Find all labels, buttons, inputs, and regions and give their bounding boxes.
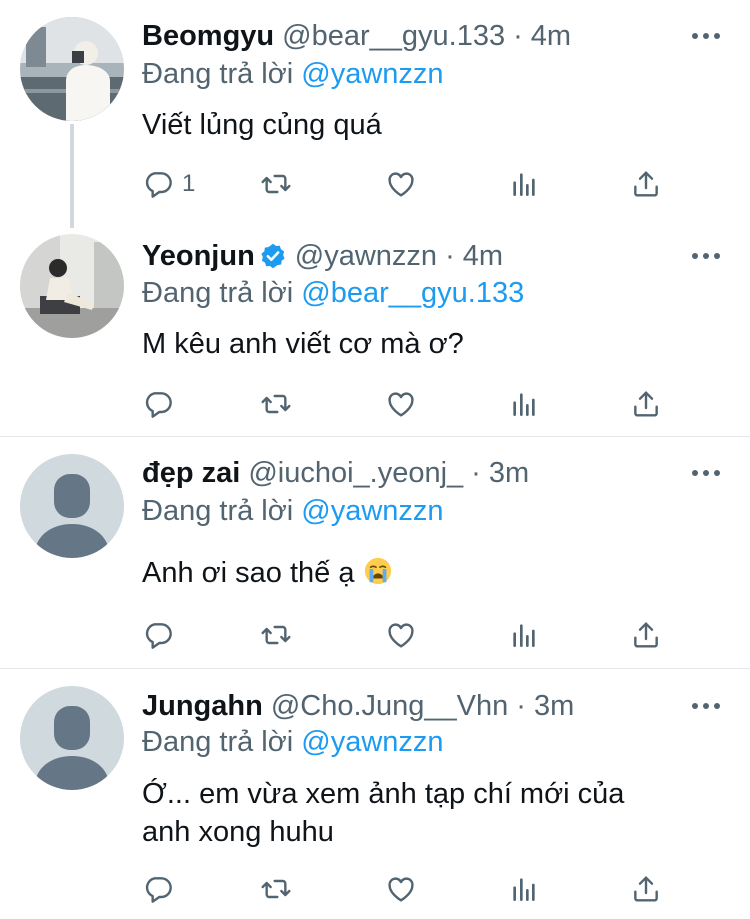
analytics-button[interactable] (508, 615, 540, 655)
tweet-text-line: Ớ... em vừa xem ảnh tạp chí mới của (142, 778, 625, 810)
share-icon (630, 168, 662, 200)
reply-button[interactable] (142, 869, 174, 909)
timestamp[interactable]: 4m (463, 240, 503, 273)
reply-button[interactable] (142, 384, 174, 424)
share-icon (630, 388, 662, 420)
separator-dot: · (516, 689, 526, 722)
replying-to: Đang trả lời @bear__gyu.133 (142, 277, 524, 310)
replying-to: Đang trả lời @yawnzzn (142, 495, 444, 528)
share-button[interactable] (630, 164, 662, 204)
loudly-crying-face-emoji (364, 557, 391, 585)
avatar[interactable] (20, 234, 124, 338)
replying-to: Đang trả lời @yawnzzn (142, 58, 444, 91)
retweet-icon (260, 619, 292, 651)
retweet-button[interactable] (260, 384, 292, 424)
tweet-text: Anh ơi sao thế ạ (142, 554, 710, 592)
tweet-header: đẹp zai @iuchoi_.yeonj_ · 3m (142, 453, 670, 493)
like-icon (385, 388, 417, 420)
more-icon[interactable] (692, 453, 720, 493)
like-icon (385, 873, 417, 905)
display-name[interactable]: đẹp zai (142, 457, 240, 490)
analytics-button[interactable] (508, 869, 540, 909)
replying-to: Đang trả lời @yawnzzn (142, 726, 444, 759)
retweet-button[interactable] (260, 164, 292, 204)
tweet-text: Ớ... em vừa xem ảnh tạp chí mới của anh … (142, 775, 710, 851)
like-button[interactable] (385, 615, 417, 655)
analytics-button[interactable] (508, 384, 540, 424)
like-button[interactable] (385, 869, 417, 909)
replying-mention[interactable]: @bear__gyu.133 (301, 277, 524, 309)
user-handle[interactable]: @yawnzzn (295, 240, 437, 273)
display-name[interactable]: Jungahn (142, 690, 263, 723)
replying-label: Đang trả lời (142, 277, 294, 309)
reply-icon (142, 619, 174, 651)
retweet-icon (260, 388, 292, 420)
tweet-text: Viết lủng củng quá (142, 109, 382, 141)
timestamp[interactable]: 4m (531, 20, 571, 53)
tweet-header: Yeonjun @yawnzzn · 4m (142, 236, 670, 276)
share-icon (630, 619, 662, 651)
verified-icon (261, 243, 285, 269)
action-bar (142, 384, 687, 424)
like-icon (385, 619, 417, 651)
thread-line (70, 124, 74, 228)
display-name[interactable]: Beomgyu (142, 20, 274, 53)
replying-mention[interactable]: @yawnzzn (301, 58, 443, 90)
share-button[interactable] (630, 869, 662, 909)
reply-icon (142, 168, 174, 200)
action-bar (142, 869, 687, 909)
reply-icon (142, 388, 174, 420)
like-icon (385, 168, 417, 200)
replying-label: Đang trả lời (142, 495, 294, 527)
timestamp[interactable]: 3m (534, 690, 574, 723)
analytics-icon (508, 388, 540, 420)
action-bar (142, 615, 687, 655)
retweet-icon (260, 168, 292, 200)
tweet-text-content: Anh ơi sao thế ạ (142, 557, 355, 589)
user-handle[interactable]: @Cho.Jung__Vhn (271, 690, 508, 723)
separator-dot: · (445, 239, 455, 272)
display-name[interactable]: Yeonjun (142, 240, 255, 273)
analytics-icon (508, 873, 540, 905)
tweet-header: Beomgyu @bear__gyu.133 · 4m (142, 16, 670, 56)
reply-button[interactable]: 1 (142, 164, 195, 204)
action-bar: 1 (142, 164, 687, 204)
more-icon[interactable] (692, 236, 720, 276)
divider (0, 668, 750, 669)
replying-label: Đang trả lời (142, 726, 294, 758)
share-button[interactable] (630, 384, 662, 424)
divider (0, 436, 750, 437)
retweet-button[interactable] (260, 869, 292, 909)
reply-button[interactable] (142, 615, 174, 655)
replying-mention[interactable]: @yawnzzn (301, 726, 443, 758)
avatar[interactable] (20, 686, 124, 790)
separator-dot: · (513, 19, 523, 52)
separator-dot: · (471, 456, 481, 489)
share-icon (630, 873, 662, 905)
tweet-text-line: anh xong huhu (142, 816, 334, 848)
like-button[interactable] (385, 164, 417, 204)
retweet-icon (260, 873, 292, 905)
reply-icon (142, 873, 174, 905)
retweet-button[interactable] (260, 615, 292, 655)
analytics-button[interactable] (508, 164, 540, 204)
like-button[interactable] (385, 384, 417, 424)
reply-count: 1 (182, 170, 196, 197)
replying-label: Đang trả lời (142, 58, 294, 90)
more-icon[interactable] (692, 16, 720, 56)
user-handle[interactable]: @bear__gyu.133 (282, 20, 505, 53)
analytics-icon (508, 619, 540, 651)
timestamp[interactable]: 3m (489, 457, 529, 490)
analytics-icon (508, 168, 540, 200)
replying-mention[interactable]: @yawnzzn (301, 495, 443, 527)
avatar[interactable] (20, 454, 124, 558)
more-icon[interactable] (692, 686, 720, 726)
share-button[interactable] (630, 615, 662, 655)
avatar[interactable] (20, 17, 124, 121)
tweet-header: Jungahn @Cho.Jung__Vhn · 3m (142, 686, 670, 726)
user-handle[interactable]: @iuchoi_.yeonj_ (248, 457, 463, 490)
tweet-text: M kêu anh viết cơ mà ơ? (142, 328, 464, 360)
